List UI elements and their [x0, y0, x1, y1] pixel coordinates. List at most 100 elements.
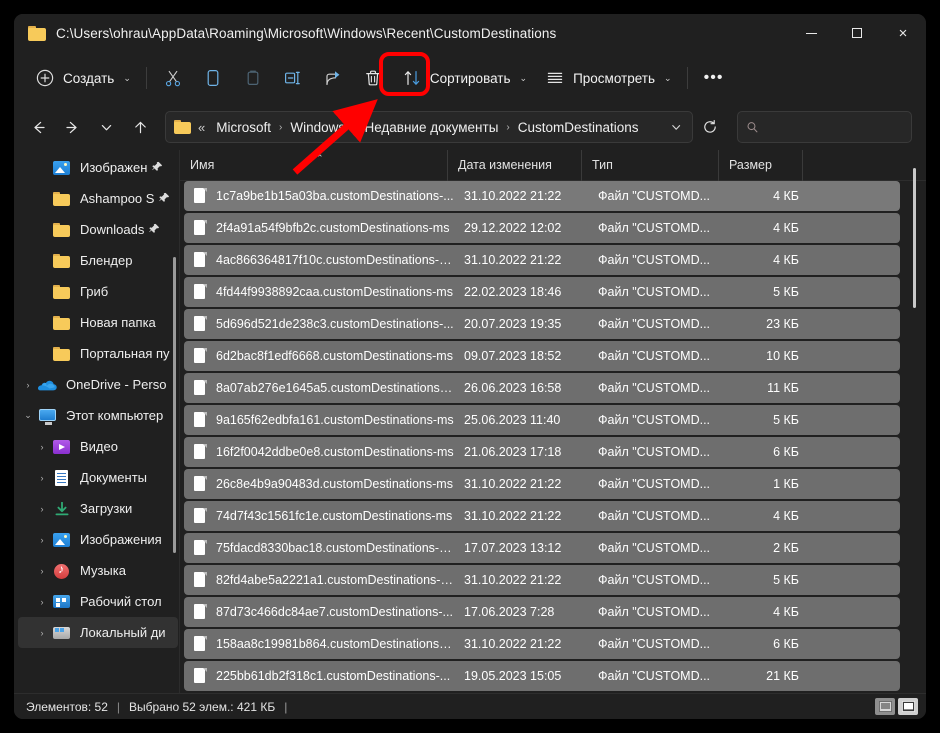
new-button[interactable]: Создать ⌄	[26, 61, 140, 95]
breadcrumb-item-0[interactable]: Microsoft	[211, 117, 276, 138]
close-button[interactable]: ×	[880, 14, 926, 52]
forward-button[interactable]	[56, 111, 88, 143]
file-list-scrollbar-thumb[interactable]	[913, 168, 916, 308]
table-row[interactable]: 225bb61db2f318c1.customDestinations-... 1…	[184, 661, 900, 691]
sidebar-item-1[interactable]: Ashampoo S	[18, 183, 178, 214]
chevron-down-icon: ⌄	[664, 72, 672, 83]
paste-button[interactable]	[233, 61, 273, 95]
sidebar-item-label: Рабочий стол	[80, 594, 162, 609]
sort-button[interactable]: Сортировать ⌄	[393, 61, 536, 95]
search-icon	[747, 122, 758, 133]
breadcrumb-overflow[interactable]: «	[198, 120, 205, 135]
sidebar-item-9[interactable]: › Видео	[18, 431, 178, 462]
expander-icon[interactable]: ›	[18, 380, 38, 390]
expander-icon[interactable]: ›	[32, 566, 52, 576]
cell-date: 19.05.2023 15:05	[464, 669, 562, 683]
status-selection-info: Выбрано 52 элем.: 421 КБ	[129, 699, 276, 714]
search-box[interactable]	[737, 111, 912, 143]
breadcrumb-dropdown-button[interactable]	[664, 114, 688, 140]
expander-icon[interactable]: ›	[32, 597, 52, 607]
table-row[interactable]: 75fdacd8330bac18.customDestinations-ms 17…	[184, 533, 900, 563]
table-row[interactable]: 26c8e4b9a90483d.customDestinations-ms 31.…	[184, 469, 900, 499]
breadcrumb-bar[interactable]: « Microsoft › Windows › Недавние докумен…	[165, 111, 693, 143]
table-row[interactable]: 6d2bac8f1edf6668.customDestinations-ms 09…	[184, 341, 900, 371]
expander-icon[interactable]: ›	[32, 442, 52, 452]
delete-button[interactable]	[353, 61, 393, 95]
share-button[interactable]	[313, 61, 353, 95]
sidebar-item-11[interactable]: › Загрузки	[18, 493, 178, 524]
recent-locations-button[interactable]	[90, 111, 122, 143]
column-header-type[interactable]: Тип	[582, 150, 719, 181]
sort-button-label: Сортировать	[429, 70, 511, 86]
downloads-icon	[52, 500, 72, 518]
table-row[interactable]: 74d7f43c1561fc1e.customDestinations-ms 31…	[184, 501, 900, 531]
sidebar-item-8[interactable]: ⌄ Этот компьютер	[18, 400, 178, 431]
column-header-size[interactable]: Размер	[719, 150, 803, 181]
column-header-spacer[interactable]	[803, 150, 833, 181]
cell-type: Файл "CUSTOMD...	[598, 509, 711, 523]
maximize-button[interactable]	[834, 14, 880, 52]
back-button[interactable]	[22, 111, 54, 143]
view-button[interactable]: Просмотреть ⌄	[536, 61, 680, 95]
rename-button[interactable]	[273, 61, 313, 95]
more-options-button[interactable]: •••	[694, 61, 734, 95]
table-row[interactable]: 2f4a91a54f9bfb2c.customDestinations-ms 29…	[184, 213, 900, 243]
sidebar-item-0[interactable]: Изображен	[18, 152, 178, 183]
file-icon	[192, 667, 208, 685]
plus-circle-icon	[36, 69, 54, 87]
expander-icon[interactable]: ›	[32, 473, 52, 483]
expander-icon[interactable]: ⌄	[18, 410, 38, 421]
sidebar-item-7[interactable]: › OneDrive - Perso	[18, 369, 178, 400]
table-row[interactable]: 1c7a9be1b15a03ba.customDestinations-... 3…	[184, 181, 900, 211]
sidebar-item-14[interactable]: › Рабочий стол	[18, 586, 178, 617]
cell-date: 21.06.2023 17:18	[464, 445, 562, 459]
table-row[interactable]: 8a07ab276e1645a5.customDestinations-ms 26…	[184, 373, 900, 403]
cell-type: Файл "CUSTOMD...	[598, 221, 711, 235]
table-row[interactable]: 16f2f0042ddbe0e8.customDestinations-ms 21…	[184, 437, 900, 467]
column-header-name-label: Имя	[190, 158, 215, 172]
column-header-name[interactable]: Имя ⌃	[180, 150, 448, 181]
chevron-down-icon: ⌄	[519, 72, 528, 83]
file-icon	[192, 187, 208, 205]
title-bar: C:\Users\ohrau\AppData\Roaming\Microsoft…	[14, 14, 926, 52]
sidebar-item-label: Документы	[80, 470, 148, 485]
sidebar-item-3[interactable]: Блендер	[18, 245, 178, 276]
pictures-icon	[52, 159, 72, 177]
sidebar-item-15[interactable]: › Локальный ди	[18, 617, 178, 648]
table-row[interactable]: 4ac866364817f10c.customDestinations-ms 31…	[184, 245, 900, 275]
cell-type: Файл "CUSTOMD...	[598, 573, 711, 587]
up-button[interactable]	[124, 111, 156, 143]
preview-pane-button[interactable]	[898, 698, 918, 715]
breadcrumb-item-2[interactable]: Недавние документы	[359, 117, 503, 138]
details-view-button[interactable]	[875, 698, 895, 715]
sidebar-item-10[interactable]: › Документы	[18, 462, 178, 493]
expander-icon[interactable]: ›	[32, 504, 52, 514]
navigation-scrollbar-thumb[interactable]	[173, 257, 176, 553]
sidebar-item-2[interactable]: Downloads	[18, 214, 178, 245]
minimize-button[interactable]	[788, 14, 834, 52]
table-row[interactable]: 4fd44f9938892caa.customDestinations-ms 22…	[184, 277, 900, 307]
expander-icon[interactable]: ›	[32, 628, 52, 638]
search-input[interactable]	[764, 120, 903, 134]
sidebar-item-6[interactable]: Портальная пу	[18, 338, 178, 369]
command-toolbar: Создать ⌄ Сортировать ⌄ Просмотреть ⌄ ••…	[14, 52, 926, 104]
refresh-button[interactable]	[695, 113, 725, 141]
sidebar-item-label: Новая папка	[80, 315, 156, 330]
table-row[interactable]: 5d696d521de238c3.customDestinations-... 2…	[184, 309, 900, 339]
sidebar-item-4[interactable]: Гриб	[18, 276, 178, 307]
breadcrumb-item-1[interactable]: Windows	[285, 117, 350, 138]
expander-icon[interactable]: ›	[32, 535, 52, 545]
table-row[interactable]: 9a165f62edbfa161.customDestinations-ms 25…	[184, 405, 900, 435]
cell-size: 11 КБ	[767, 381, 799, 395]
cut-button[interactable]	[153, 61, 193, 95]
view-button-label: Просмотреть	[573, 70, 656, 86]
table-row[interactable]: 82fd4abe5a2221a1.customDestinations-ms 31…	[184, 565, 900, 595]
column-header-date[interactable]: Дата изменения	[448, 150, 582, 181]
sidebar-item-13[interactable]: › Музыка	[18, 555, 178, 586]
breadcrumb-item-3[interactable]: CustomDestinations	[513, 117, 644, 138]
copy-button[interactable]	[193, 61, 233, 95]
table-row[interactable]: 158aa8c19981b864.customDestinations-ms 31…	[184, 629, 900, 659]
sidebar-item-12[interactable]: › Изображения	[18, 524, 178, 555]
table-row[interactable]: 87d73c466dc84ae7.customDestinations-... 1…	[184, 597, 900, 627]
sidebar-item-5[interactable]: Новая папка	[18, 307, 178, 338]
